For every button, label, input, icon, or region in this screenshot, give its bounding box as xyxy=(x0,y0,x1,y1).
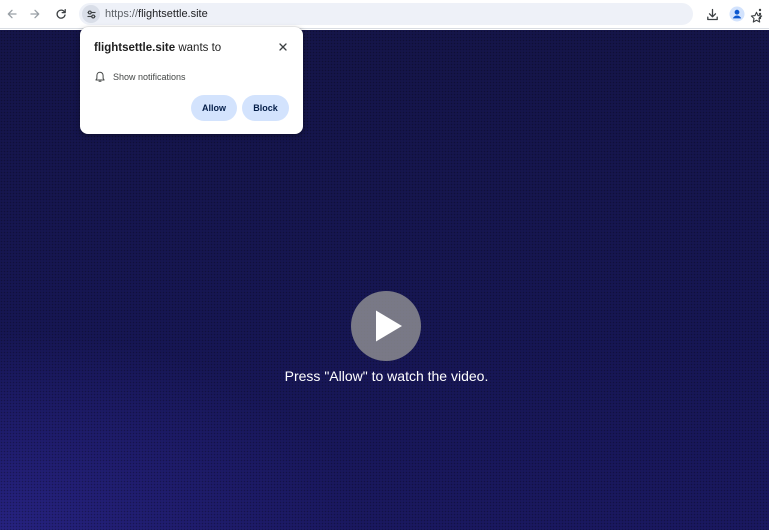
back-arrow-icon xyxy=(7,9,17,19)
forward-button[interactable] xyxy=(24,3,46,25)
more-vert-icon xyxy=(758,8,762,20)
url-text: https://flightsettle.site xyxy=(105,7,208,21)
permission-row: Show notifications xyxy=(95,70,186,84)
play-button[interactable] xyxy=(351,291,421,361)
site-info-button[interactable] xyxy=(82,5,100,23)
popup-title: flightsettle.site wants to xyxy=(94,42,221,54)
close-icon xyxy=(279,43,287,51)
popup-wants-to: wants to xyxy=(175,42,222,54)
back-button[interactable] xyxy=(1,3,23,25)
bell-icon xyxy=(95,71,105,82)
profile-icon xyxy=(729,6,745,22)
allow-button[interactable]: Allow xyxy=(191,95,237,121)
reload-button[interactable] xyxy=(50,3,72,25)
profile-button[interactable] xyxy=(726,3,748,25)
notification-permission-popup: flightsettle.site wants to Show notifica… xyxy=(80,27,303,134)
url-host: flightsettle.site xyxy=(138,8,208,20)
download-icon xyxy=(706,8,718,20)
browser-menu-button[interactable] xyxy=(751,3,769,25)
reload-icon xyxy=(56,8,66,19)
browser-toolbar: https://flightsettle.site xyxy=(0,0,769,29)
address-bar[interactable]: https://flightsettle.site xyxy=(79,3,762,25)
close-popup-button[interactable] xyxy=(276,40,290,54)
popup-site-name: flightsettle.site xyxy=(94,42,176,54)
url-scheme: https:// xyxy=(105,8,139,20)
block-button[interactable]: Block xyxy=(242,95,289,121)
video-caption: Press "Allow" to watch the video. xyxy=(284,368,489,384)
play-icon xyxy=(376,310,402,342)
downloads-button[interactable] xyxy=(701,3,723,25)
site-info-icon xyxy=(87,10,95,18)
permission-label: Show notifications xyxy=(113,72,186,82)
forward-arrow-icon xyxy=(30,9,40,19)
